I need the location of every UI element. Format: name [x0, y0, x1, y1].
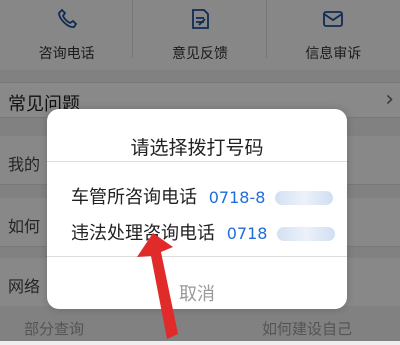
phone-option-vehicle-office-label: 车管所咨询电话	[71, 187, 197, 208]
dialog-title: 请选择拨打号码	[130, 137, 264, 159]
cancel-button[interactable]: 取消	[47, 280, 347, 306]
red-arrow-annotation	[133, 231, 189, 341]
phone-select-dialog: 请选择拨打号码 车管所咨询电话 0718-8 违法处理咨询电话 0718 取消	[47, 109, 347, 309]
phone-option-violation[interactable]: 违法处理咨询电话 0718	[71, 219, 336, 245]
blurred-phone-number	[275, 191, 334, 205]
phone-number-link[interactable]: 0718	[227, 224, 268, 243]
main-screen: 咨询电话 意见反馈 信息审诉 常见问题 › 我的 如何 网络 部分查询 如何建设…	[0, 0, 400, 341]
dialog-actions-divider	[47, 256, 347, 257]
dialog-title-divider	[47, 161, 347, 162]
phone-option-vehicle-office[interactable]: 车管所咨询电话 0718-8	[71, 183, 334, 209]
phone-number-link[interactable]: 0718-8	[209, 188, 266, 207]
blurred-phone-number	[277, 227, 336, 241]
